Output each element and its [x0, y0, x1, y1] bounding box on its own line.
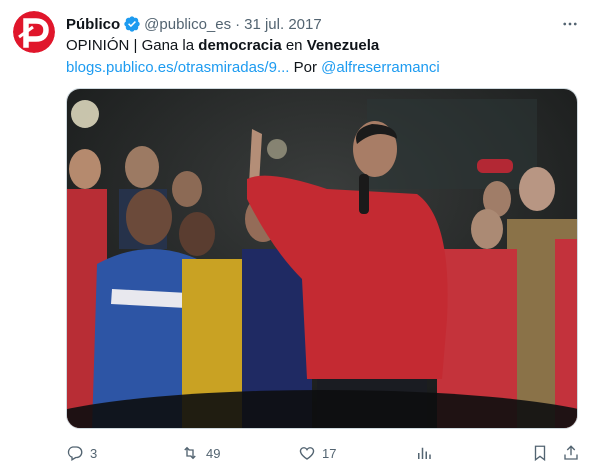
author-handle[interactable]: @publico_es [144, 16, 231, 33]
like-count: 17 [322, 445, 337, 461]
article-link[interactable]: blogs.publico.es/otrasmiradas/9... [66, 59, 289, 76]
retweet-button[interactable]: 49 [180, 443, 220, 463]
text-bold-venezuela: Venezuela [306, 37, 380, 54]
tweet-card[interactable]: Público @publico_es · 31 jul. 2017 OPINI… [0, 0, 604, 472]
share-icon [564, 445, 578, 460]
photo-crowd-scene [67, 89, 577, 428]
tweet-header: Público @publico_es · 31 jul. 2017 [66, 13, 322, 35]
like-button[interactable]: 17 [298, 443, 336, 463]
views-button[interactable] [415, 443, 433, 463]
tweet-photo[interactable] [66, 88, 578, 429]
retweet-icon [184, 446, 196, 460]
author-name[interactable]: Público [66, 16, 120, 33]
avatar[interactable] [13, 11, 55, 53]
reply-icon [67, 446, 83, 461]
text-bold-democracia: democracia [198, 37, 282, 54]
tweet-date[interactable]: 31 jul. 2017 [244, 16, 322, 33]
text-por: Por [289, 59, 322, 76]
mention-link[interactable]: @alfreserramanci [321, 59, 440, 76]
like-icon [299, 447, 315, 460]
text-prefix: OPINIÓN | Gana la [66, 37, 199, 54]
separator-dot: · [235, 15, 241, 33]
bookmark-icon [534, 445, 546, 462]
tweet-actions: 3 49 17 [66, 443, 582, 463]
text-middle: en [281, 37, 307, 54]
verified-badge-icon [123, 15, 141, 33]
tweet-text: OPINIÓN | Gana la democracia en Venezuel… [66, 36, 440, 78]
bookmark-button[interactable] [531, 443, 549, 463]
tweet-text-line1: OPINIÓN | Gana la democracia en Venezuel… [66, 36, 440, 56]
retweet-count: 49 [206, 445, 221, 461]
tweet-text-line2: blogs.publico.es/otrasmiradas/9... Por @… [66, 58, 440, 78]
views-icon [418, 447, 431, 459]
publico-logo-icon [13, 11, 55, 53]
more-icon[interactable] [558, 14, 582, 34]
reply-count: 3 [90, 445, 98, 461]
reply-button[interactable]: 3 [66, 443, 97, 463]
share-button[interactable] [562, 443, 580, 463]
